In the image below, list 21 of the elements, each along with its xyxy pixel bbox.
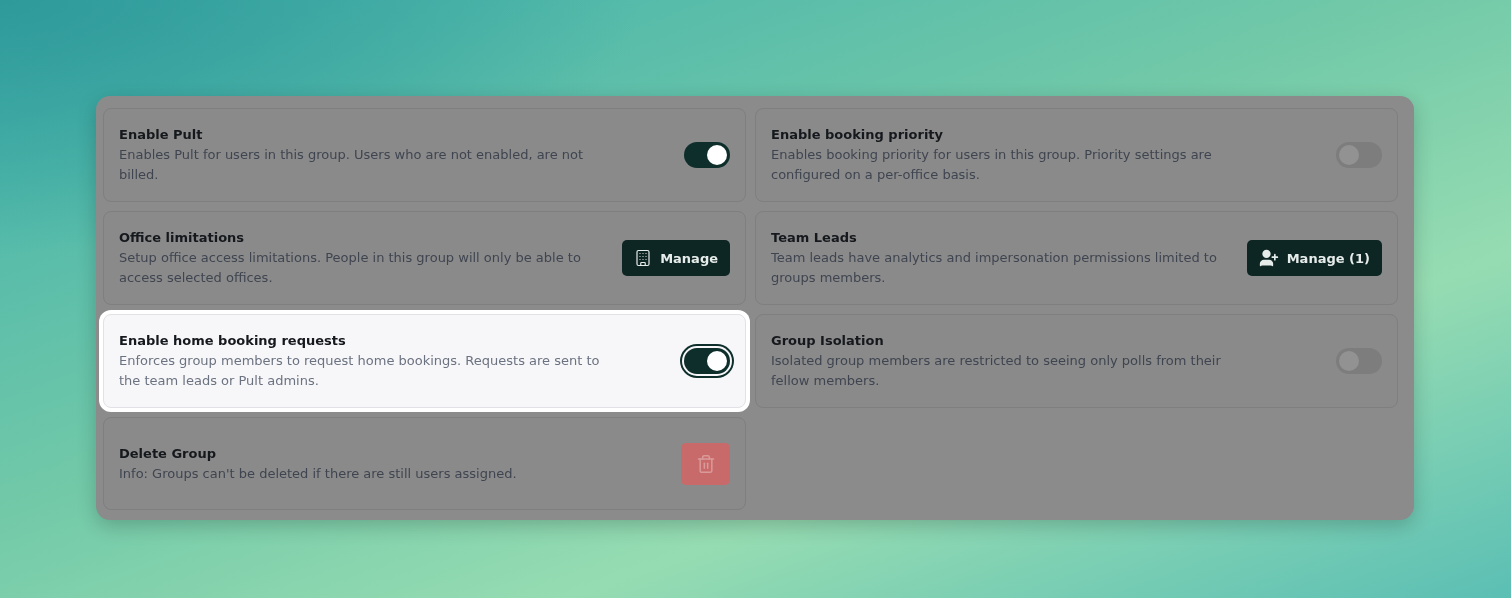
user-plus-icon — [1258, 248, 1279, 268]
setting-title: Enable home booking requests — [119, 332, 347, 350]
setting-title: Enable booking priority — [771, 126, 945, 144]
setting-description: Info: Groups can't be deleted if there are still users assigned. — [119, 464, 517, 483]
setting-description: Enables booking priority for users in this group. Priority settings are configured on a per-office basis. — [771, 146, 1213, 184]
setting-description: Setup office access limitations. People in this group will only be able to access selected offices. — [119, 249, 582, 287]
setting-description: Team leads have analytics and impersonation permissions limited to groups members. — [771, 249, 1218, 287]
setting-title: Office limitations — [119, 229, 246, 247]
delete-button[interactable] — [681, 442, 730, 485]
setting-title: Enable Pult — [119, 126, 204, 144]
toggle-switch[interactable] — [684, 142, 730, 168]
manage-button[interactable]: Manage (1) — [1246, 240, 1382, 276]
manage-button[interactable]: Manage — [622, 240, 730, 276]
building-icon — [634, 249, 653, 267]
setting-description: Enables Pult for users in this group. Users who are not enabled, are not billed. — [119, 146, 585, 184]
trash-icon — [695, 453, 716, 474]
setting-description: Isolated group members are restricted to seeing only polls from their fellow members. — [771, 352, 1222, 390]
setting-title: Group Isolation — [771, 332, 885, 350]
setting-description: Enforces group members to request home bookings. Requests are sent to the team leads or Pult admins. — [119, 352, 601, 390]
setting-title: Team Leads — [771, 229, 858, 247]
setting-title: Delete Group — [119, 444, 217, 463]
